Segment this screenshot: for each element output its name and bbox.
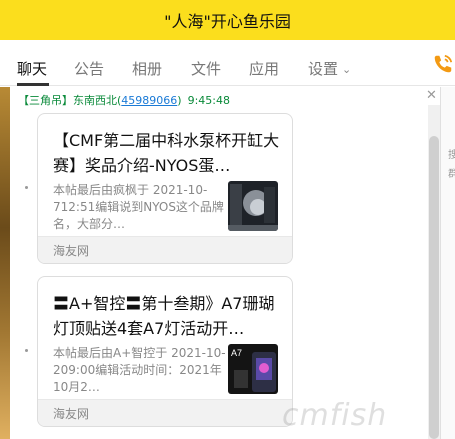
message-sender-line: 【三角吊】东南西北(45989066) 9:45:48 [18,94,230,107]
card-footer: 海友网 [38,399,292,426]
chevron-down-icon: ⌄ [342,63,352,76]
card-thumbnail: A7 [228,344,278,394]
tab-settings-label: 设置 [308,60,339,78]
scrollbar-thumb[interactable] [429,136,439,439]
right-panel-text: 搜 [448,150,455,161]
tab-bar: 聊天 公告 相册 文件 应用 设置 ⌄ [0,40,455,86]
card-footer: 海友网 [38,236,292,263]
close-icon[interactable]: ✕ [426,88,437,103]
tab-album[interactable]: 相册 [132,58,162,79]
right-panel-text: 群 [448,169,455,180]
message-time: 9:45:48 [187,94,230,107]
tab-files[interactable]: 文件 [191,58,221,79]
share-card[interactable]: 〓A+智控〓第十叁期》A7珊瑚灯顶贴送4套A7灯活动开… 本帖最后由A+智控于 … [37,276,293,427]
chat-area: 【三角吊】东南西北(45989066) 9:45:48 【CMF第二届中科水泵杯开… [0,87,440,439]
message-bullet [25,186,28,189]
message-bullet [25,349,28,352]
card-source: 海友网 [53,407,90,421]
thumb-label: A7 [231,348,242,358]
phone-icon[interactable] [432,52,454,76]
card-description: 本帖最后由A+智控于 2021-10-209:00编辑活动时间：2021年10月… [53,346,226,394]
left-decoration [0,87,10,439]
share-card[interactable]: 【CMF第二届中科水泵杯开缸大赛】奖品介绍-NYOS蛋… 本帖最后由疯枫于 20… [37,113,293,264]
tab-announcement[interactable]: 公告 [74,58,104,79]
card-description: 本帖最后由疯枫于 2021-10-712:51编辑说到NYOS这个品牌名，大部分… [53,183,224,231]
card-title: 〓A+智控〓第十叁期》A7珊瑚灯顶贴送4套A7灯活动开… [53,294,275,338]
card-source: 海友网 [53,244,90,258]
sender-qq-link[interactable]: 45989066 [121,94,177,107]
tab-apps[interactable]: 应用 [249,58,279,79]
card-title: 【CMF第二届中科水泵杯开缸大赛】奖品介绍-NYOS蛋… [53,131,280,175]
tab-chat[interactable]: 聊天 [17,58,47,79]
window-title: "人海"开心鱼乐园 [164,12,291,31]
card-thumbnail [228,181,278,231]
sender-name[interactable]: 【三角吊】东南西北 [18,94,117,107]
watermark: cmfish [282,398,388,433]
right-panel [440,87,455,439]
title-bar: "人海"开心鱼乐园 [0,0,455,40]
active-tab-indicator [17,83,49,86]
tab-settings[interactable]: 设置 ⌄ [308,58,351,79]
